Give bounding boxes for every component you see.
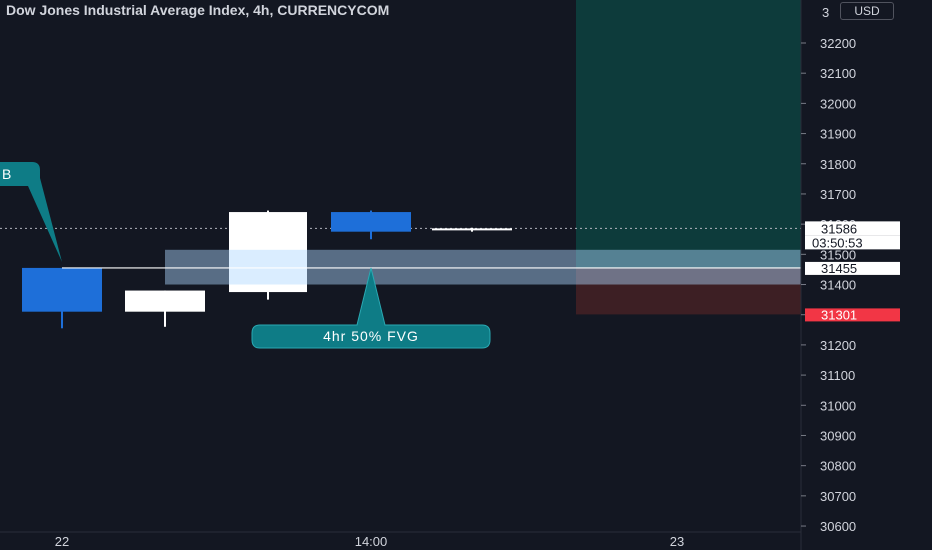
price-tick-label: 31700 [820, 187, 856, 202]
target-zone [576, 0, 801, 268]
price-tick-label: 30800 [820, 459, 856, 474]
time-axis-label: 23 [670, 534, 684, 549]
price-tick-label: 32100 [820, 66, 856, 81]
stop-price-label: 31301 [821, 307, 857, 322]
price-tick-label: 31800 [820, 157, 856, 172]
line-price-label: 31455 [821, 261, 857, 276]
price-tick-label-partial: 3 [822, 5, 829, 20]
candle-body [331, 212, 411, 232]
candle-body [22, 267, 102, 312]
countdown-label: 03:50:53 [812, 235, 863, 250]
time-axis-label: 14:00 [355, 534, 388, 549]
chart-title: Dow Jones Industrial Average Index, 4h, … [6, 2, 390, 18]
price-tick-label: 32000 [820, 96, 856, 111]
price-chart[interactable]: B 4hr 50% FVG 32200 32100 32000 31900 31800 317… [0, 0, 932, 550]
price-tick-label: 31400 [820, 278, 856, 293]
price-tick-label: 32200 [820, 36, 856, 51]
fvg-zone [165, 249, 801, 285]
price-tick-label: 31900 [820, 127, 856, 142]
left-callout-label: B [2, 166, 11, 182]
candle-body [125, 290, 205, 312]
time-axis-label: 22 [55, 534, 69, 549]
price-tick-label: 30600 [820, 519, 856, 534]
price-tick-label: 31100 [820, 368, 855, 383]
price-tick-label: 30700 [820, 489, 856, 504]
current-price-label: 31586 [821, 221, 857, 236]
chart-window: B 4hr 50% FVG 32200 32100 32000 31900 31800 317… [0, 0, 932, 550]
candle-body [432, 228, 512, 231]
price-tick-label: 30900 [820, 428, 856, 443]
fvg-callout-label: 4hr 50% FVG [323, 328, 419, 344]
price-tick-label: 31000 [820, 398, 856, 413]
price-tick-label: 31200 [820, 338, 856, 353]
currency-button[interactable]: USD [840, 2, 894, 20]
